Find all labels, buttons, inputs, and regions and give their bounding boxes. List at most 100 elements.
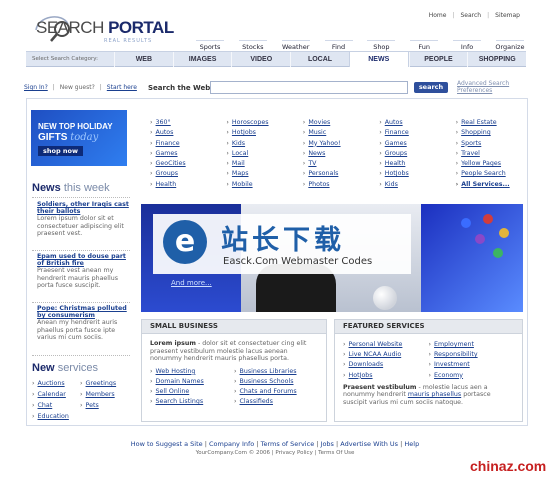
fs-link-hotjobs[interactable]: HotJobs <box>343 371 429 381</box>
category-organize[interactable]: Organize <box>490 27 530 51</box>
directory-link[interactable]: Photos <box>303 180 370 190</box>
directory-link[interactable]: Real Estate <box>456 118 523 128</box>
category-sports[interactable]: Sports <box>190 27 230 51</box>
site-logo[interactable]: SEARCH PORTAL REAL RESULTS <box>32 10 174 48</box>
shop-now-button[interactable]: shop now <box>38 146 83 156</box>
sb-link-sell-online[interactable]: Sell Online <box>150 387 234 397</box>
preferences-link[interactable]: Preferences <box>457 87 509 94</box>
service-link-chat[interactable]: Chat <box>32 401 80 411</box>
directory-link[interactable]: Kids <box>226 139 293 149</box>
news-headline[interactable]: Epam used to douse part of British fire <box>37 253 129 267</box>
featured-services-links: Personal Website Employment Live NCAA Au… <box>343 340 514 381</box>
toplink-search[interactable]: Search <box>460 12 481 19</box>
fs-link-economy[interactable]: Economy <box>429 371 515 381</box>
mauris-phasellus-link[interactable]: mauris phasellus <box>408 391 461 398</box>
directory-link[interactable]: News <box>303 149 370 159</box>
all-services-link[interactable]: All Services... <box>456 180 523 190</box>
sb-link-chats-forums[interactable]: Chats and Forums <box>234 387 318 397</box>
directory-link[interactable]: Finance <box>150 139 217 149</box>
tab-video[interactable]: VIDEO <box>231 51 290 67</box>
news-headline[interactable]: Soldiers, other Iraqis cast their ballot… <box>37 201 129 215</box>
sign-in-link[interactable]: Sign In? <box>24 84 48 91</box>
tab-images[interactable]: IMAGES <box>172 51 232 67</box>
toplink-sitemap[interactable]: Sitemap <box>495 12 520 19</box>
service-link-calendar[interactable]: Calendar <box>32 390 80 400</box>
directory-link[interactable]: Mobile <box>226 180 293 190</box>
search-button[interactable]: search <box>414 82 448 93</box>
fs-link-responsibility[interactable]: Responsibility <box>429 350 515 360</box>
fs-link-downloads[interactable]: Downloads <box>343 360 429 370</box>
directory-link[interactable]: Finance <box>379 128 446 138</box>
directory-link[interactable]: Games <box>379 139 446 149</box>
footer-link-suggest-site[interactable]: How to Suggest a Site <box>131 440 203 448</box>
tab-news[interactable]: NEWS <box>348 51 409 67</box>
directory-link[interactable]: 360° <box>150 118 217 128</box>
directory-link[interactable]: TV <box>303 159 370 169</box>
directory-link[interactable]: Health <box>379 159 446 169</box>
directory-link[interactable]: Horoscopes <box>226 118 293 128</box>
tab-local[interactable]: LOCAL <box>290 51 349 67</box>
footer-link-company-info[interactable]: Company Info <box>209 440 254 448</box>
directory-link[interactable]: People Search <box>456 169 523 179</box>
tab-people[interactable]: PEOPLE <box>408 51 468 67</box>
service-link-pets[interactable]: Pets <box>80 401 132 411</box>
holiday-gifts-banner[interactable]: NEW TOP HOLIDAY GIFTS today shop now <box>31 110 127 166</box>
search-category-label: Select Search Category: <box>32 56 98 62</box>
toplink-home[interactable]: Home <box>429 12 447 19</box>
directory-link[interactable]: Kids <box>379 180 446 190</box>
directory-link[interactable]: Travel <box>456 149 523 159</box>
sb-link-classifieds[interactable]: Classifieds <box>234 397 318 407</box>
small-business-intro: Lorem ipsum - dolor sit et consectetuer … <box>150 340 307 363</box>
service-link-auctions[interactable]: Auctions <box>32 379 80 389</box>
advanced-search-link[interactable]: Advanced Search <box>457 80 509 87</box>
directory-link[interactable]: Mail <box>226 159 293 169</box>
directory-link[interactable]: Movies <box>303 118 370 128</box>
footer-link-help[interactable]: Help <box>404 440 419 448</box>
sb-link-web-hosting[interactable]: Web Hosting <box>150 367 234 377</box>
directory-link[interactable]: Health <box>150 180 217 190</box>
footer-link-jobs[interactable]: Jobs <box>321 440 334 448</box>
sb-link-search-listings[interactable]: Search Listings <box>150 397 234 407</box>
directory-link[interactable]: GeoCities <box>150 159 217 169</box>
search-input[interactable] <box>210 81 408 94</box>
footer-link-terms[interactable]: Terms of Service <box>261 440 315 448</box>
and-more-link[interactable]: And more... <box>171 279 212 287</box>
directory-link[interactable]: Local <box>226 149 293 159</box>
sb-link-business-libraries[interactable]: Business Libraries <box>234 367 318 377</box>
service-link-education[interactable]: Education <box>32 412 80 422</box>
tab-shopping[interactable]: SHOPPING <box>467 51 526 67</box>
service-link-members[interactable]: Members <box>80 390 132 400</box>
logo-tagline: REAL RESULTS <box>104 38 153 44</box>
category-fun[interactable]: Fun <box>404 27 444 51</box>
service-link-greetings[interactable]: Greetings <box>80 379 132 389</box>
category-info[interactable]: Info <box>447 27 487 51</box>
directory-link[interactable]: HotJobs <box>379 169 446 179</box>
fs-link-personal-website[interactable]: Personal Website <box>343 340 429 350</box>
directory-link[interactable]: Sports <box>456 139 523 149</box>
directory-link[interactable]: HotJobs <box>226 128 293 138</box>
directory-link[interactable]: Maps <box>226 169 293 179</box>
category-weather[interactable]: Weather <box>276 27 316 51</box>
directory-link[interactable]: My Yahoo! <box>303 139 370 149</box>
category-find[interactable]: Find <box>319 27 359 51</box>
news-headline[interactable]: Pope: Christmas polluted by consumerism <box>37 305 129 319</box>
tab-web[interactable]: WEB <box>114 51 173 67</box>
directory-link[interactable]: Personals <box>303 169 370 179</box>
directory-link[interactable]: Groups <box>150 169 217 179</box>
fs-link-employment[interactable]: Employment <box>429 340 515 350</box>
directory-link[interactable]: Music <box>303 128 370 138</box>
fs-link-investment[interactable]: Investment <box>429 360 515 370</box>
category-shop[interactable]: Shop <box>361 27 401 51</box>
sb-link-domain-names[interactable]: Domain Names <box>150 377 234 387</box>
category-stocks[interactable]: Stocks <box>233 27 273 51</box>
directory-link[interactable]: Autos <box>379 118 446 128</box>
fs-link-live-ncaa-audio[interactable]: Live NCAA Audio <box>343 350 429 360</box>
footer-link-advertise[interactable]: Advertise With Us <box>340 440 398 448</box>
directory-link[interactable]: Yellow Pages <box>456 159 523 169</box>
directory-link[interactable]: Groups <box>379 149 446 159</box>
directory-link[interactable]: Games <box>150 149 217 159</box>
start-here-link[interactable]: Start here <box>107 84 137 91</box>
directory-link[interactable]: Autos <box>150 128 217 138</box>
sb-link-business-schools[interactable]: Business Schools <box>234 377 318 387</box>
directory-link[interactable]: Shopping <box>456 128 523 138</box>
